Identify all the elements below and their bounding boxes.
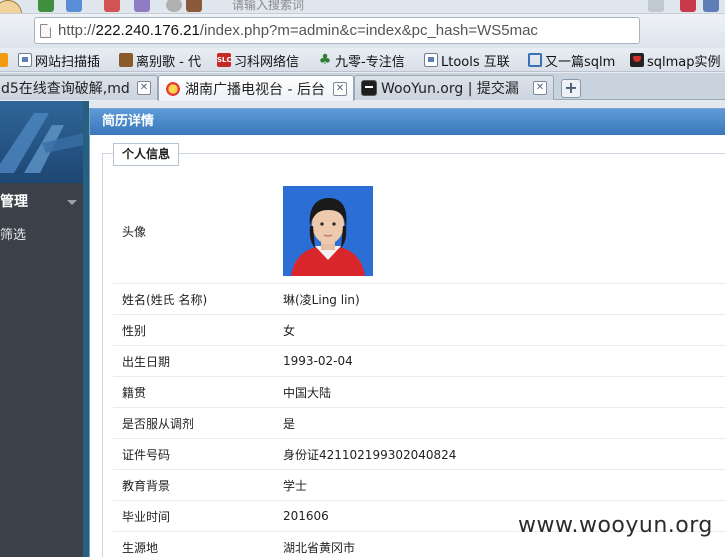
bookmark-label: 网站扫描插: [35, 54, 101, 70]
portrait-image: [283, 186, 373, 276]
table-row: 证件号码 身份证421102199302040824: [113, 439, 725, 470]
url-text[interactable]: http://222.240.176.21/index.php?m=admin&…: [58, 22, 538, 39]
tab-md5[interactable]: d5在线查询破解,md ✕: [0, 75, 158, 100]
tab-bar: d5在线查询破解,md ✕ 湖南广播电视台 - 后台 ✕ WooYun.org …: [0, 73, 725, 101]
home-icon[interactable]: [104, 0, 120, 12]
sun-logo-icon: [165, 80, 181, 97]
tab-hunan-tv[interactable]: 湖南广播电视台 - 后台 ✕: [158, 75, 354, 101]
field-label: 头像: [122, 224, 147, 239]
tab-label: WooYun.org | 提交漏: [381, 81, 519, 97]
field-value: 湖北省黄冈市: [283, 540, 356, 555]
rss-icon: [0, 53, 8, 67]
tab-label: 湖南广播电视台 - 后台: [185, 81, 325, 98]
browser-top-toolbar: 请输入搜索词: [0, 0, 725, 14]
leaf-icon: ♣: [318, 52, 332, 68]
address-bar[interactable]: http://222.240.176.21/index.php?m=admin&…: [34, 17, 640, 44]
logo-icon: [0, 113, 83, 173]
admin-sidebar: 管理 筛选: [0, 101, 83, 557]
menu-icon[interactable]: [703, 0, 719, 12]
bookmark-item[interactable]: Ltools 互联: [424, 51, 510, 70]
table-row: 籍贯 中国大陆: [113, 377, 725, 408]
addon-icon[interactable]: [680, 0, 696, 12]
field-label: 教育背景: [122, 478, 171, 493]
shield-red-icon: [630, 53, 644, 67]
table-row: 是否服从调剂 是: [113, 408, 725, 439]
field-label: 毕业时间: [122, 509, 171, 524]
bookmark-item[interactable]: 又一篇sqlm: [528, 51, 616, 70]
admin-logo: [0, 101, 83, 183]
dog-icon: [119, 53, 133, 67]
page-icon: [40, 24, 51, 38]
bookmark-label: 又一篇sqlm: [545, 54, 616, 70]
field-value: 身份证421102199302040824: [283, 447, 457, 462]
menu-heading-label: 管理: [0, 194, 28, 210]
folder-icon: [424, 53, 438, 67]
bookmark-item[interactable]: 网站扫描插: [18, 51, 101, 70]
field-value: 201606: [283, 509, 329, 523]
shield-icon: [528, 53, 542, 67]
mascot-icon: [0, 0, 22, 13]
page-content: 管理 筛选 简历详情 个人信息 头像 姓名(姓氏 名称) 琳(凌Ling lin…: [0, 101, 725, 557]
chevron-down-icon: [67, 200, 77, 205]
navigation-bar: http://222.240.176.21/index.php?m=admin&…: [0, 14, 725, 48]
bookmarks-bar: 网站扫描插 离别歌 - 代 SLC 习科网络信 ♣ 九零-专注信 Ltools …: [0, 48, 725, 72]
bookmark-item[interactable]: ♣ 九零-专注信: [318, 51, 405, 70]
url-host: 222.240.176.21: [95, 22, 200, 39]
bookmark-label: 九零-专注信: [335, 54, 405, 70]
field-value: 女: [283, 323, 296, 338]
wooyun-logo-icon: [361, 80, 377, 96]
table-row: 头像: [113, 179, 725, 284]
field-label: 性别: [122, 323, 147, 338]
new-tab-button[interactable]: +: [561, 79, 581, 98]
table-row: 性别 女: [113, 315, 725, 346]
forward-icon[interactable]: [66, 0, 82, 12]
bookmark-item[interactable]: sqlmap实例: [630, 51, 721, 70]
field-value: 学士: [283, 478, 308, 493]
tab-label: d5在线查询破解,md: [1, 81, 130, 97]
back-arrow-icon[interactable]: [38, 0, 54, 12]
bookmark-label: sqlmap实例: [647, 54, 721, 70]
avatar: [283, 186, 373, 276]
folder-icon: [18, 53, 32, 67]
close-icon[interactable]: ✕: [533, 81, 547, 95]
url-scheme: http://: [58, 22, 96, 39]
field-label: 出生日期: [122, 354, 171, 369]
field-value: 是: [283, 416, 296, 431]
dialog-title[interactable]: 简历详情: [90, 109, 725, 135]
search-go-icon[interactable]: [648, 0, 664, 12]
bookmark-label: Ltools 互联: [441, 54, 510, 70]
search-hint[interactable]: 请输入搜索词: [232, 0, 304, 12]
url-path: /index.php?m=admin&c=index&pc_hash=WS5ma…: [199, 22, 538, 39]
field-label: 是否服从调剂: [122, 416, 195, 431]
table-row: 教育背景 学士: [113, 470, 725, 501]
watermark: www.wooyun.org: [518, 513, 713, 538]
field-value: 琳(凌Ling lin): [283, 292, 360, 307]
table-row: 姓名(姓氏 名称) 琳(凌Ling lin): [113, 284, 725, 315]
bookmark-item[interactable]: [0, 51, 8, 69]
close-icon[interactable]: ✕: [333, 81, 347, 96]
slc-icon: SLC: [217, 53, 232, 67]
field-value: 1993-02-04: [283, 354, 353, 368]
close-icon[interactable]: ✕: [137, 81, 151, 95]
stop-icon[interactable]: [166, 0, 182, 12]
book-icon[interactable]: [186, 0, 202, 12]
field-label: 姓名(姓氏 名称): [122, 292, 208, 307]
field-value: 中国大陆: [283, 385, 332, 400]
tab-wooyun[interactable]: WooYun.org | 提交漏 ✕: [354, 75, 554, 100]
section-legend: 个人信息: [113, 143, 180, 166]
field-label: 籍贯: [122, 385, 147, 400]
field-label: 生源地: [122, 540, 159, 555]
field-label: 证件号码: [122, 447, 171, 462]
bookmark-label: 习科网络信: [234, 54, 300, 70]
info-table: 头像 姓名(姓氏 名称) 琳(凌Ling lin) 性别 女 出生日期 1993…: [113, 179, 725, 557]
bookmark-item[interactable]: SLC 习科网络信: [217, 51, 300, 70]
bookmark-item[interactable]: 离别歌 - 代: [119, 51, 201, 70]
admin-menu-item[interactable]: 筛选: [0, 224, 83, 243]
admin-menu-heading[interactable]: 管理: [0, 189, 83, 215]
extension-icon[interactable]: [134, 0, 150, 12]
table-row: 出生日期 1993-02-04: [113, 346, 725, 377]
bookmark-label: 离别歌 - 代: [136, 54, 201, 70]
